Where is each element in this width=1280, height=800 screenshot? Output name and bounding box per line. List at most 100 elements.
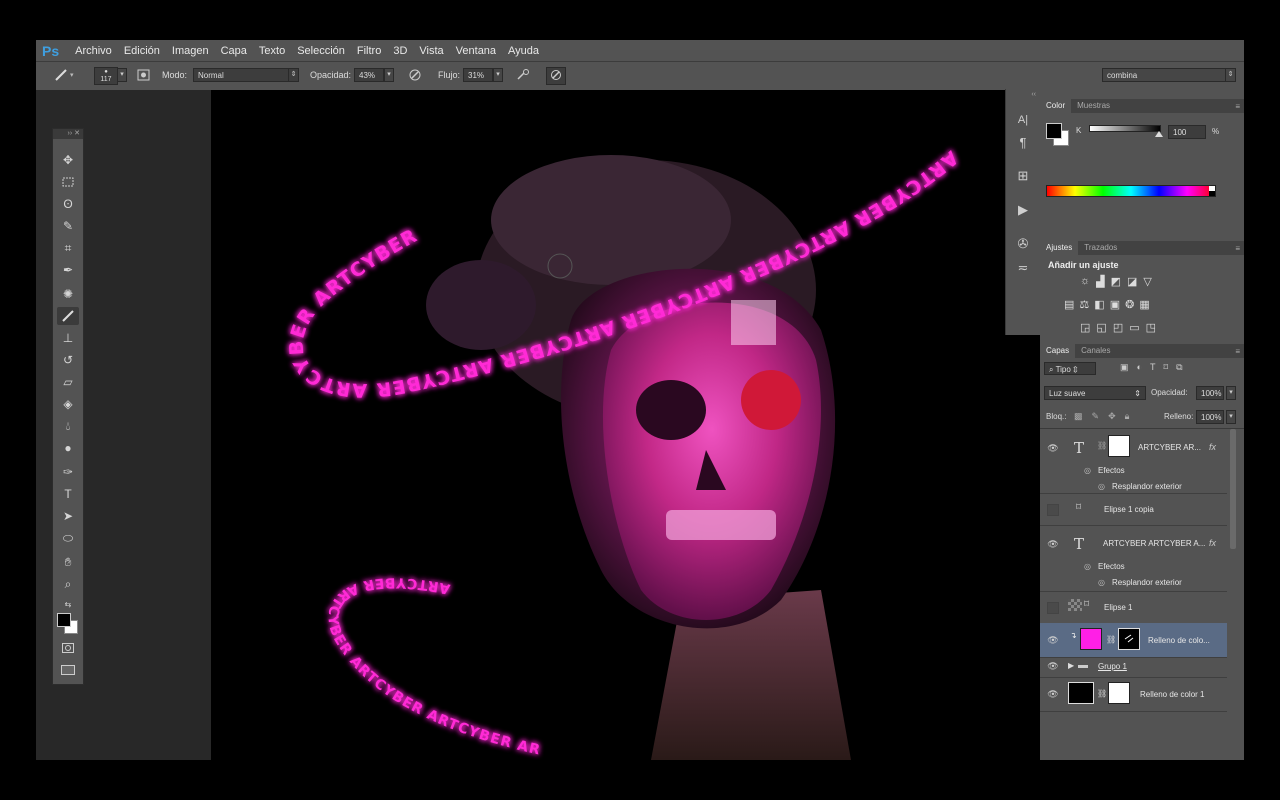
layer-opacity-field[interactable]: 100%	[1196, 386, 1224, 400]
eraser-tool-icon[interactable]: ▱	[57, 373, 79, 391]
brush-tool-icon[interactable]	[57, 307, 79, 325]
panel-menu-icon[interactable]: ≡	[1235, 102, 1240, 111]
path-selection-tool-icon[interactable]: ➤	[57, 507, 79, 525]
black-white-swatch[interactable]	[1209, 186, 1215, 196]
healing-brush-tool-icon[interactable]: ✺	[57, 285, 79, 303]
layer-name[interactable]: ARTCYBER ARTCYBER A...	[1103, 539, 1205, 548]
swap-colors-icon[interactable]: ⇆	[57, 595, 79, 613]
brush-preset-picker[interactable]: ▾	[52, 67, 74, 83]
foreground-swatch[interactable]	[1046, 123, 1062, 139]
k-value-field[interactable]: 100	[1168, 125, 1206, 139]
tab-trazados[interactable]: Trazados	[1078, 241, 1123, 255]
tab-color[interactable]: Color	[1040, 99, 1072, 113]
layer-row-group[interactable]: 👁︎ ▶ ▬ Grupo 1	[1040, 657, 1227, 678]
menu-3d[interactable]: 3D	[387, 45, 413, 57]
chevron-down-icon[interactable]: ▾	[1226, 410, 1236, 424]
fill-color-thumbnail[interactable]	[1068, 682, 1094, 704]
hue-saturation-icon[interactable]: ▤	[1064, 298, 1074, 311]
effects-eye-icon[interactable]: ◎	[1084, 466, 1091, 475]
layer-fill-field[interactable]: 100%	[1196, 410, 1224, 424]
move-tool-icon[interactable]: ✥	[57, 151, 79, 169]
layer-filter-select[interactable]: ⌕ Tipo ⇕	[1044, 362, 1096, 375]
visibility-eye-icon[interactable]: 👁︎	[1047, 689, 1059, 699]
ellipse-tool-icon[interactable]: ⬭	[57, 529, 79, 547]
visibility-eye-icon[interactable]: 👁︎	[1047, 443, 1059, 453]
expand-arrow-icon[interactable]: ▶	[1068, 661, 1074, 670]
workspace-switcher[interactable]: combina ⇕	[1102, 67, 1236, 83]
effect-eye-icon[interactable]: ◎	[1098, 482, 1105, 491]
effect-eye-icon[interactable]: ◎	[1098, 578, 1105, 587]
filter-type-icon[interactable]: T	[1150, 362, 1156, 373]
filter-pixel-icon[interactable]: ▣	[1120, 362, 1129, 373]
marquee-tool-icon[interactable]	[57, 173, 79, 191]
quick-selection-tool-icon[interactable]: ✎	[57, 217, 79, 235]
fx-icon[interactable]: fx	[1209, 442, 1216, 452]
tab-canales[interactable]: Canales	[1075, 344, 1116, 358]
flow-field[interactable]: 31% ▾	[463, 67, 503, 83]
menu-texto[interactable]: Texto	[253, 45, 291, 57]
menu-imagen[interactable]: Imagen	[166, 45, 215, 57]
menu-seleccion[interactable]: Selección	[291, 45, 351, 57]
threshold-icon[interactable]: ◰	[1113, 321, 1123, 334]
visibility-eye-icon[interactable]: 👁︎	[1047, 635, 1059, 645]
blur-tool-icon[interactable]: 💧︎	[57, 417, 79, 435]
fill-color-thumbnail[interactable]	[1080, 628, 1102, 650]
lock-position-icon[interactable]: ✥	[1108, 411, 1116, 422]
filter-smart-object-icon[interactable]: ⧉	[1176, 362, 1182, 373]
layer-mask-thumbnail[interactable]	[1108, 682, 1130, 704]
visibility-toggle-empty[interactable]	[1047, 602, 1059, 614]
layer-row-fill-black[interactable]: 👁︎ ⛓ Relleno de color 1	[1040, 677, 1227, 712]
layer-name[interactable]: Relleno de color 1	[1140, 690, 1204, 699]
brush-size-box[interactable]: ● 117	[94, 67, 118, 85]
tool-presets-panel-icon[interactable]: ✇	[1014, 235, 1032, 253]
k-slider-handle[interactable]	[1155, 131, 1163, 137]
selective-color-icon[interactable]: ◳	[1146, 321, 1156, 334]
layer-mask-thumbnail[interactable]	[1108, 435, 1130, 457]
properties-panel-icon[interactable]: ≂	[1014, 259, 1032, 277]
layers-scrollbar[interactable]	[1230, 429, 1236, 549]
screen-mode-icon[interactable]	[57, 661, 79, 679]
menu-vista[interactable]: Vista	[413, 45, 449, 57]
pen-tool-icon[interactable]: ✑	[57, 463, 79, 481]
document-canvas[interactable]: ARTCYBER ARTCYBER ARTCYBER ARTCYBER ARTC…	[211, 90, 1040, 760]
color-balance-icon[interactable]: ⚖	[1079, 298, 1089, 311]
clone-stamp-tool-icon[interactable]: ⊥	[57, 329, 79, 347]
k-slider-track[interactable]	[1089, 125, 1161, 132]
eyedropper-tool-icon[interactable]: ✒	[57, 261, 79, 279]
hand-tool-icon[interactable]: ✋︎	[57, 553, 79, 571]
layer-row-ellipse-copy[interactable]: ⌑ Elipse 1 copia	[1040, 493, 1227, 526]
layer-name[interactable]: ARTCYBER AR...	[1138, 443, 1201, 452]
panel-menu-icon[interactable]: ≡	[1235, 244, 1240, 253]
filter-adjustment-icon[interactable]: ◐	[1137, 362, 1142, 373]
lasso-tool-icon[interactable]: ʘ	[57, 195, 79, 213]
channel-mixer-icon[interactable]: ❂	[1125, 298, 1134, 311]
crop-tool-icon[interactable]: ⌗	[57, 239, 79, 257]
curves-icon[interactable]: ◩	[1111, 275, 1121, 288]
menu-filtro[interactable]: Filtro	[351, 45, 387, 57]
layer-name[interactable]: Elipse 1 copia	[1104, 505, 1154, 514]
brightness-icon[interactable]: ☼	[1080, 275, 1090, 288]
lock-all-icon[interactable]: 🔒︎	[1125, 411, 1130, 422]
layer-row-fill-magenta[interactable]: 👁︎ ↴ ⛓ Relleno de colo...	[1040, 623, 1227, 658]
vibrance-icon[interactable]: ▽	[1143, 275, 1151, 288]
opacity-field[interactable]: 43% ▾	[354, 67, 394, 83]
photo-filter-icon[interactable]: ▣	[1110, 298, 1120, 311]
gradient-map-icon[interactable]: ▭	[1129, 321, 1139, 334]
tab-ajustes[interactable]: Ajustes	[1040, 241, 1079, 255]
chevron-down-icon[interactable]: ▾	[1226, 386, 1236, 400]
quick-mask-icon[interactable]	[57, 639, 79, 657]
panel-menu-icon[interactable]: ≡	[1235, 347, 1240, 356]
character-panel-icon[interactable]: A|	[1014, 111, 1032, 129]
color-lookup-icon[interactable]: ▦	[1139, 298, 1149, 311]
lock-transparency-icon[interactable]: ▩	[1074, 411, 1083, 422]
layer-name[interactable]: Relleno de colo...	[1148, 636, 1210, 645]
layer-row-artcyber-second[interactable]: 👁︎ T ARTCYBER ARTCYBER A... fx ◎ Efectos…	[1040, 525, 1227, 592]
tab-muestras[interactable]: Muestras	[1071, 99, 1116, 113]
visibility-toggle-empty[interactable]	[1047, 504, 1059, 516]
invert-icon[interactable]: ◲	[1080, 321, 1090, 334]
menu-ayuda[interactable]: Ayuda	[502, 45, 545, 57]
toolbox-header[interactable]: ›› ✕	[53, 129, 83, 139]
paint-bucket-tool-icon[interactable]: ◈	[57, 395, 79, 413]
paragraph-panel-icon[interactable]: ¶	[1014, 133, 1032, 151]
brush-size-dropdown[interactable]: ▾	[117, 67, 127, 83]
